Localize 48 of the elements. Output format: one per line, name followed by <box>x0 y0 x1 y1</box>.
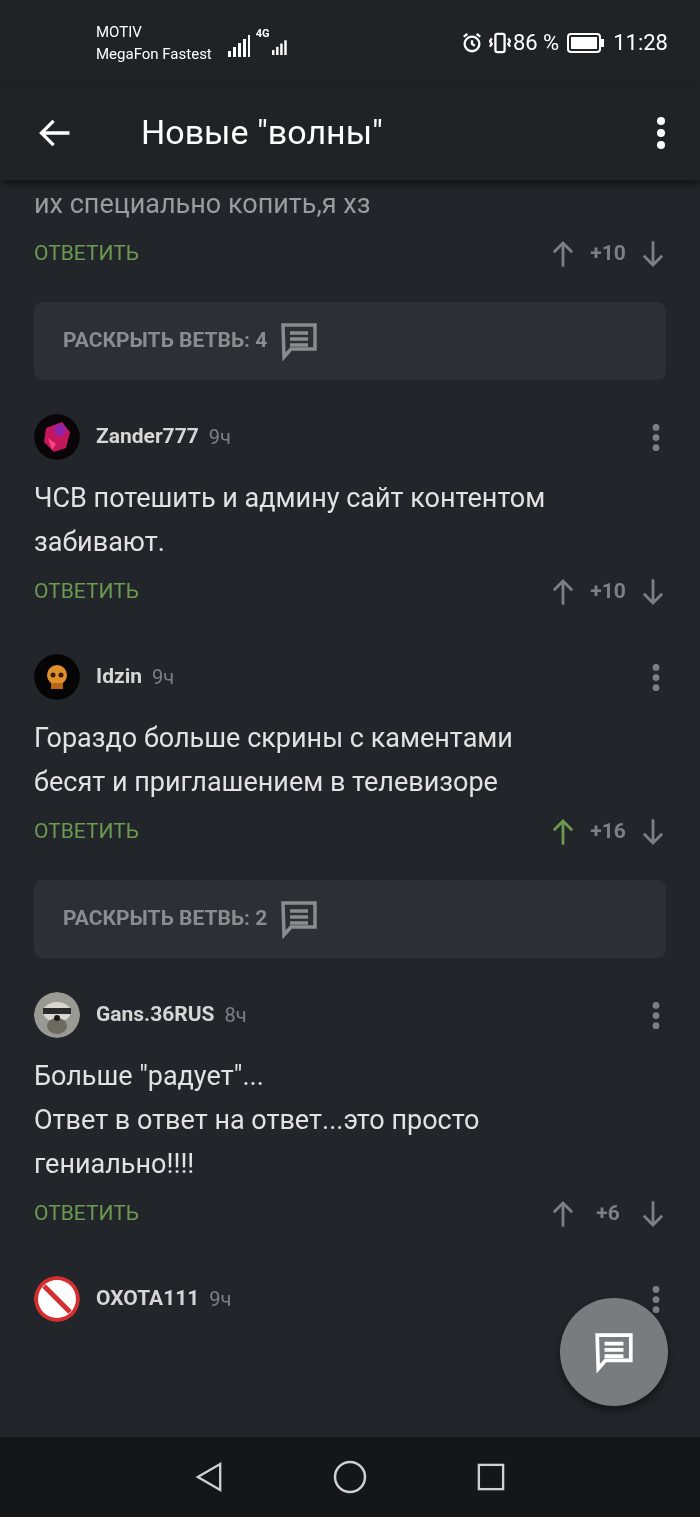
comment-icon <box>593 1331 635 1373</box>
reply-button[interactable]: ОТВЕТИТЬ <box>34 238 139 270</box>
vibrate-icon <box>488 31 511 54</box>
expand-thread-button[interactable]: РАСКРЫТЬ ВЕТВЬ: 4 <box>34 302 666 380</box>
home-nav-icon[interactable] <box>333 1460 367 1494</box>
score: +16 <box>589 818 627 846</box>
downvote-arrow-icon[interactable] <box>642 239 664 269</box>
network-type: 4G <box>255 26 270 42</box>
more-icon[interactable] <box>656 116 666 149</box>
author-name[interactable]: Zander777 <box>96 421 199 453</box>
reply-button[interactable]: ОТВЕТИТЬ <box>34 816 139 848</box>
upvote-arrow-icon[interactable] <box>552 817 574 847</box>
downvote-arrow-icon[interactable] <box>642 577 664 607</box>
expand-thread-button[interactable]: РАСКРЫТЬ ВЕТВЬ: 2 <box>34 880 666 958</box>
author-name[interactable]: Gans.36RUS <box>96 999 215 1031</box>
back-arrow-icon[interactable] <box>38 118 71 147</box>
signal-icon <box>227 34 250 57</box>
upvote-arrow-icon[interactable] <box>552 239 574 269</box>
carrier-name: MOTIV <box>96 21 143 43</box>
comment-time: 9ч <box>208 424 231 451</box>
score: +6 <box>595 1200 621 1228</box>
screen-title: Новые "волны" <box>141 111 383 154</box>
reply-button[interactable]: ОТВЕТИТЬ <box>34 1198 139 1230</box>
comment-text: Гораздо больше скрины с каментами бесят и приглашением в телевизоре <box>34 721 514 800</box>
comment-time: 8ч <box>224 1002 247 1029</box>
comment-time: 9ч <box>209 1286 232 1313</box>
score: +10 <box>589 240 627 268</box>
author-name[interactable]: Idzin <box>96 661 142 693</box>
upvote-arrow-icon[interactable] <box>552 577 574 607</box>
upvote-arrow-icon[interactable] <box>552 1199 574 1229</box>
comment-text: ЧСВ потешить и админу сайт контентом забивают. <box>34 481 547 560</box>
comment-text: Больше "радует"... Ответ в ответ на ответ...это просто гениально!!!! <box>34 1059 481 1182</box>
comment-icon <box>279 321 320 361</box>
score: +10 <box>589 578 627 606</box>
alarm-icon <box>460 31 483 54</box>
battery-icon <box>567 32 606 53</box>
carrier-name: MegaFon Fastest <box>96 43 212 65</box>
downvote-arrow-icon[interactable] <box>642 817 664 847</box>
downvote-arrow-icon[interactable] <box>642 1199 664 1229</box>
battery-percent: 86 % <box>512 29 560 57</box>
reply-button[interactable]: ОТВЕТИТЬ <box>34 576 139 608</box>
comment-text: их специально копить,я хз <box>34 187 372 222</box>
recents-nav-icon[interactable] <box>477 1463 505 1491</box>
comment-icon <box>279 899 320 939</box>
comment-time: 9ч <box>152 664 175 691</box>
back-nav-icon[interactable] <box>195 1461 223 1493</box>
author-name[interactable]: OXOTA111 <box>96 1283 200 1315</box>
clock: 11:28 <box>613 29 668 57</box>
